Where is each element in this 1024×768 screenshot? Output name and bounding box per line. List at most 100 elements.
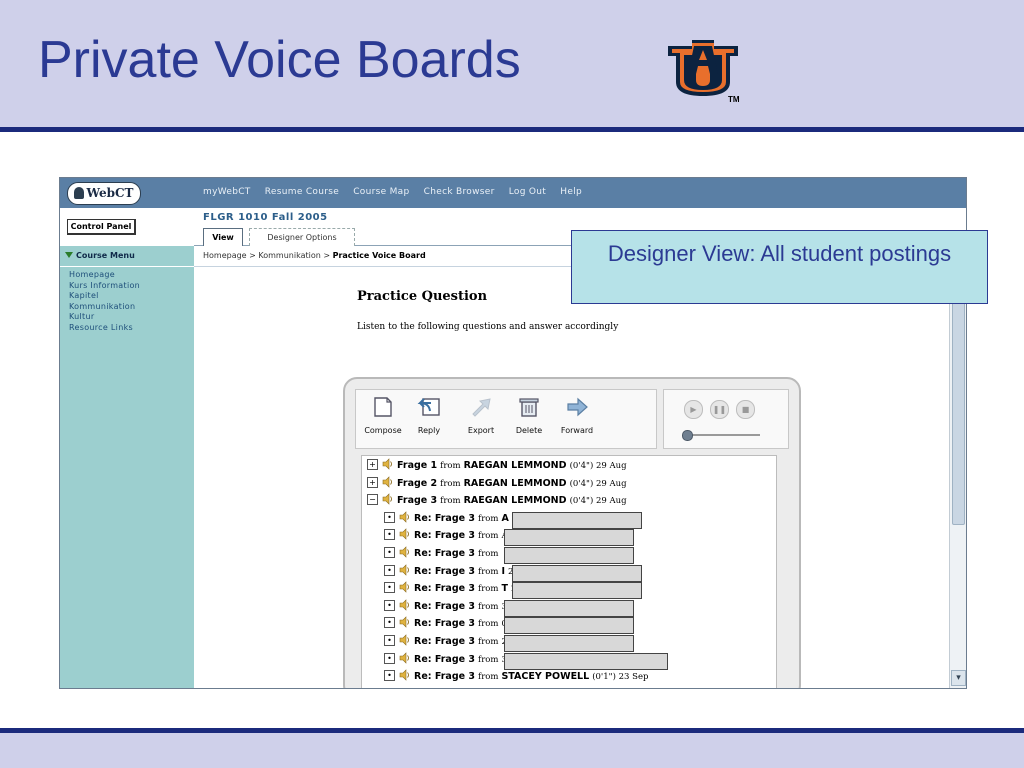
message-subject: Frage 3: [397, 495, 438, 507]
menu-item-resource-links[interactable]: Resource Links: [69, 323, 140, 334]
expand-toggle-icon[interactable]: •: [384, 670, 395, 682]
slide-title: Private Voice Boards: [38, 31, 521, 89]
compose-icon: [374, 397, 392, 417]
redaction-box: [512, 564, 642, 582]
page-title: Practice Question: [357, 289, 488, 304]
menu-item-kommunikation[interactable]: Kommunikation: [69, 302, 140, 313]
message-subject: Re: Frage 3: [414, 618, 476, 630]
webct-figure-icon: [74, 187, 85, 199]
speaker-icon: [399, 599, 409, 611]
playback-controls: ▶ ❚❚ ■: [663, 389, 789, 449]
export-label: Export: [467, 426, 495, 435]
scrollbar-thumb[interactable]: [952, 298, 965, 525]
menu-item-kapitel[interactable]: Kapitel: [69, 291, 140, 302]
message-from-label: from: [440, 478, 461, 489]
speaker-icon: [399, 669, 409, 681]
pause-icon[interactable]: ❚❚: [710, 400, 729, 419]
expand-toggle-icon[interactable]: •: [384, 599, 395, 611]
message-row[interactable]: + Frage 2 from RAEGAN LEMMOND (0'4") 29 A…: [367, 475, 627, 492]
message-from-label: from: [478, 637, 499, 647]
message-from-label: from: [478, 549, 499, 559]
message-subject: Re: Frage 3: [414, 653, 476, 665]
expand-toggle-icon[interactable]: +: [367, 476, 378, 488]
message-author: RAEGAN LEMMOND: [463, 477, 567, 489]
message-subject: Re: Frage 3: [414, 636, 476, 647]
webct-logo[interactable]: WebCT: [67, 182, 141, 205]
reply-button[interactable]: Reply: [406, 396, 452, 435]
expand-toggle-icon[interactable]: •: [384, 564, 395, 576]
expand-toggle-icon[interactable]: •: [384, 582, 395, 594]
speaker-icon: [399, 651, 409, 664]
expand-toggle-icon[interactable]: •: [384, 511, 395, 523]
page-description: Listen to the following questions and an…: [357, 322, 619, 332]
message-meta: (0'4") 29 Aug: [569, 496, 627, 507]
redaction-box: [504, 529, 634, 547]
logo-tm: TM: [728, 95, 740, 104]
menu-item-kurs-information[interactable]: Kurs Information: [69, 281, 140, 292]
course-menu-header[interactable]: Course Menu: [60, 246, 194, 267]
tab-view[interactable]: View: [203, 228, 243, 247]
message-from-label: from: [478, 654, 499, 665]
delete-button[interactable]: Delete: [506, 396, 552, 435]
export-button[interactable]: Export: [458, 396, 504, 435]
message-row[interactable]: + Frage 1 from RAEGAN LEMMOND (0'4") 29 A…: [367, 458, 627, 474]
tab-designer-options[interactable]: Designer Options: [249, 228, 355, 246]
expand-toggle-icon[interactable]: •: [384, 547, 395, 558]
nav-check-browser[interactable]: Check Browser: [424, 187, 495, 197]
webct-brand-text: WebCT: [86, 186, 134, 200]
message-row[interactable]: − Frage 3 from RAEGAN LEMMOND (0'4") 29 A…: [367, 493, 627, 509]
control-panel-button[interactable]: Control Panel: [67, 219, 136, 235]
message-subject: Frage 1: [397, 460, 438, 471]
auburn-logo-icon: TM: [668, 40, 740, 104]
control-panel-area: Control Panel: [60, 208, 194, 246]
menu-item-homepage[interactable]: Homepage: [69, 270, 140, 281]
nav-resume-course[interactable]: Resume Course: [265, 187, 339, 197]
scroll-down-arrow-icon[interactable]: ▾: [951, 670, 966, 686]
message-subject: Re: Frage 3: [414, 548, 476, 559]
message-row[interactable]: •Re: Frage 3 from Aug: [384, 528, 519, 544]
expand-toggle-icon[interactable]: •: [384, 652, 395, 664]
seek-track: [684, 434, 760, 436]
voice-board-player: Compose Reply Export Delete Forward ▶ ❚❚: [343, 377, 801, 688]
breadcrumb-current: Practice Voice Board: [332, 251, 426, 260]
stop-icon[interactable]: ■: [736, 400, 755, 419]
course-menu-text: Course Menu: [76, 251, 135, 260]
compose-label: Compose: [364, 426, 402, 435]
forward-button[interactable]: Forward: [554, 396, 600, 435]
nav-log-out[interactable]: Log Out: [509, 187, 546, 197]
header-rule: [0, 127, 1024, 132]
callout-text: Designer View: All student postings: [607, 241, 952, 266]
message-toolbar: Compose Reply Export Delete Forward: [355, 389, 657, 449]
nav-mywebct[interactable]: myWebCT: [203, 187, 251, 197]
message-meta: (0'1") 23 Sep: [592, 672, 649, 683]
nav-course-map[interactable]: Course Map: [353, 187, 409, 197]
message-from-label: from: [478, 619, 499, 630]
expand-toggle-icon[interactable]: •: [384, 617, 395, 629]
speaker-icon: [399, 511, 409, 523]
play-icon[interactable]: ▶: [684, 400, 703, 419]
expand-toggle-icon[interactable]: −: [367, 494, 378, 506]
breadcrumb-path[interactable]: Homepage > Kommunikation >: [203, 251, 333, 260]
message-from-label: from: [440, 496, 461, 507]
message-row[interactable]: • Re: Frage 3 from STACEY POWELL (0'1") 2…: [384, 669, 648, 685]
course-menu: Homepage Kurs Information Kapitel Kommun…: [69, 270, 140, 333]
expand-toggle-icon[interactable]: +: [367, 459, 378, 470]
message-author: I: [501, 565, 506, 577]
redaction-box: [504, 635, 634, 652]
speaker-icon: [399, 616, 409, 629]
message-from-label: from: [478, 601, 499, 612]
message-subject: Re: Frage 3: [414, 583, 476, 595]
menu-item-kultur[interactable]: Kultur: [69, 312, 140, 323]
breadcrumb: Homepage > Kommunikation > Practice Voic…: [203, 251, 426, 260]
vertical-scrollbar[interactable]: ▾: [949, 266, 966, 688]
compose-button[interactable]: Compose: [360, 396, 406, 435]
message-row[interactable]: • Re: Frage 3 from: [384, 546, 498, 562]
nav-help[interactable]: Help: [560, 187, 582, 197]
seek-slider-handle[interactable]: [682, 430, 693, 441]
message-subject: Re: Frage 3: [414, 565, 476, 577]
message-from-label: from: [478, 566, 499, 577]
expand-toggle-icon[interactable]: •: [384, 529, 395, 541]
message-from-label: from: [478, 531, 499, 542]
expand-toggle-icon[interactable]: •: [384, 635, 395, 646]
trash-icon: [519, 398, 539, 417]
